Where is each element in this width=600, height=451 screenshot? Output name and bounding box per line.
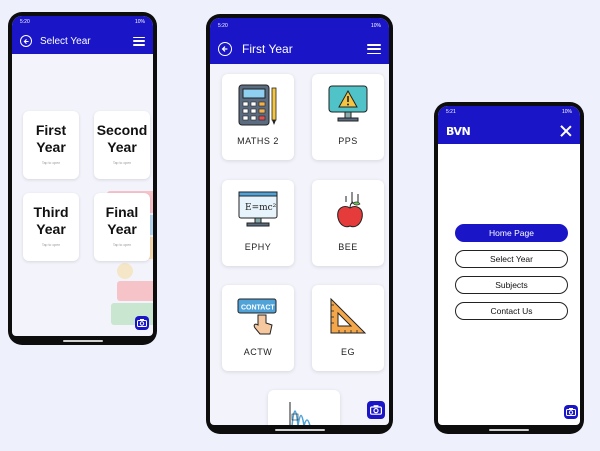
subject-card-partial[interactable]	[268, 390, 340, 425]
subject-card-maths2[interactable]: MATHS 2	[222, 74, 294, 160]
phone-nav-menu: 5:21 10% BVN Home Page Select Year Subje…	[434, 102, 584, 434]
camera-icon[interactable]	[135, 316, 149, 330]
year-hint: Tap to open	[41, 161, 61, 165]
app-bar: Select Year	[12, 28, 153, 54]
home-indicator	[62, 340, 103, 342]
year-card-final[interactable]: Final Year Tap to open	[94, 193, 150, 261]
status-time: 5:20	[20, 19, 30, 25]
page-title: Select Year	[40, 35, 91, 47]
subject-label: EG	[340, 347, 355, 357]
nav-contact-us[interactable]: Contact Us	[455, 302, 568, 320]
phone-select-year: 5:20 10% Select Year First Year Tap to o…	[8, 12, 157, 345]
app-bar: First Year	[210, 34, 389, 64]
subject-label: EPHY	[244, 242, 272, 252]
subject-card-eg[interactable]: EG	[312, 285, 384, 371]
status-bar: 5:20 10%	[210, 18, 389, 34]
subject-card-actw[interactable]: CONTACT ACTW	[222, 285, 294, 371]
subject-label: BEE	[338, 242, 358, 252]
screen: 5:20 10% First Year MATHS 2 PPS E=mc² EP…	[210, 18, 389, 425]
phone-first-year: 5:20 10% First Year MATHS 2 PPS E=mc² EP…	[206, 14, 393, 434]
calculator-icon	[222, 84, 294, 128]
year-card-first[interactable]: First Year Tap to open	[23, 111, 79, 179]
svg-text:E=mc²: E=mc²	[245, 203, 277, 213]
set-square-ruler-icon	[312, 295, 384, 339]
camera-icon[interactable]	[367, 401, 385, 419]
year-name: Third Year	[33, 204, 69, 237]
subject-card-bee[interactable]: BEE	[312, 180, 384, 266]
status-time: 5:21	[446, 109, 456, 115]
nav-subjects[interactable]: Subjects	[455, 276, 568, 294]
monitor-warning-icon	[312, 84, 384, 128]
contact-sign-icon: CONTACT	[222, 295, 294, 339]
close-icon[interactable]	[560, 125, 572, 137]
year-card-third[interactable]: Third Year Tap to open	[23, 193, 79, 261]
subject-label: PPS	[338, 136, 358, 146]
year-name: Final Year	[105, 204, 139, 237]
status-bar: 5:20 10%	[12, 16, 153, 28]
status-bar: 5:21 10%	[438, 106, 580, 118]
year-name: Second Year	[96, 122, 148, 155]
year-hint: Tap to open	[112, 161, 132, 165]
home-indicator	[489, 429, 529, 431]
back-arrow-icon[interactable]	[20, 35, 32, 47]
camera-icon[interactable]	[564, 405, 578, 419]
back-arrow-icon[interactable]	[218, 42, 232, 56]
nav-home-page[interactable]: Home Page	[455, 224, 568, 242]
subject-card-ephy[interactable]: E=mc² EPHY	[222, 180, 294, 266]
screen: 5:21 10% BVN Home Page Select Year Subje…	[438, 106, 580, 425]
app-bar: BVN	[438, 118, 580, 144]
hamburger-menu-icon[interactable]	[133, 36, 145, 46]
status-time: 5:20	[218, 23, 228, 29]
hamburger-menu-icon[interactable]	[367, 44, 381, 54]
screen: 5:20 10% Select Year First Year Tap to o…	[12, 16, 153, 336]
nav-select-year[interactable]: Select Year	[455, 250, 568, 268]
apple-falling-icon	[312, 190, 384, 234]
home-indicator	[274, 429, 325, 431]
status-battery: 10%	[134, 19, 145, 25]
year-hint: Tap to open	[112, 243, 132, 247]
status-battery: 10%	[561, 109, 572, 115]
subject-label: ACTW	[243, 347, 273, 357]
year-card-second[interactable]: Second Year Tap to open	[94, 111, 150, 179]
year-name: First Year	[35, 122, 67, 155]
subject-label: MATHS 2	[237, 136, 279, 146]
status-battery: 10%	[370, 23, 381, 29]
subject-card-pps[interactable]: PPS	[312, 74, 384, 160]
formula-monitor-icon: E=mc²	[222, 190, 294, 234]
graph-icon	[268, 400, 340, 425]
app-logo: BVN	[446, 124, 471, 138]
page-title: First Year	[242, 42, 293, 56]
year-hint: Tap to open	[41, 243, 61, 247]
svg-text:CONTACT: CONTACT	[241, 305, 275, 312]
